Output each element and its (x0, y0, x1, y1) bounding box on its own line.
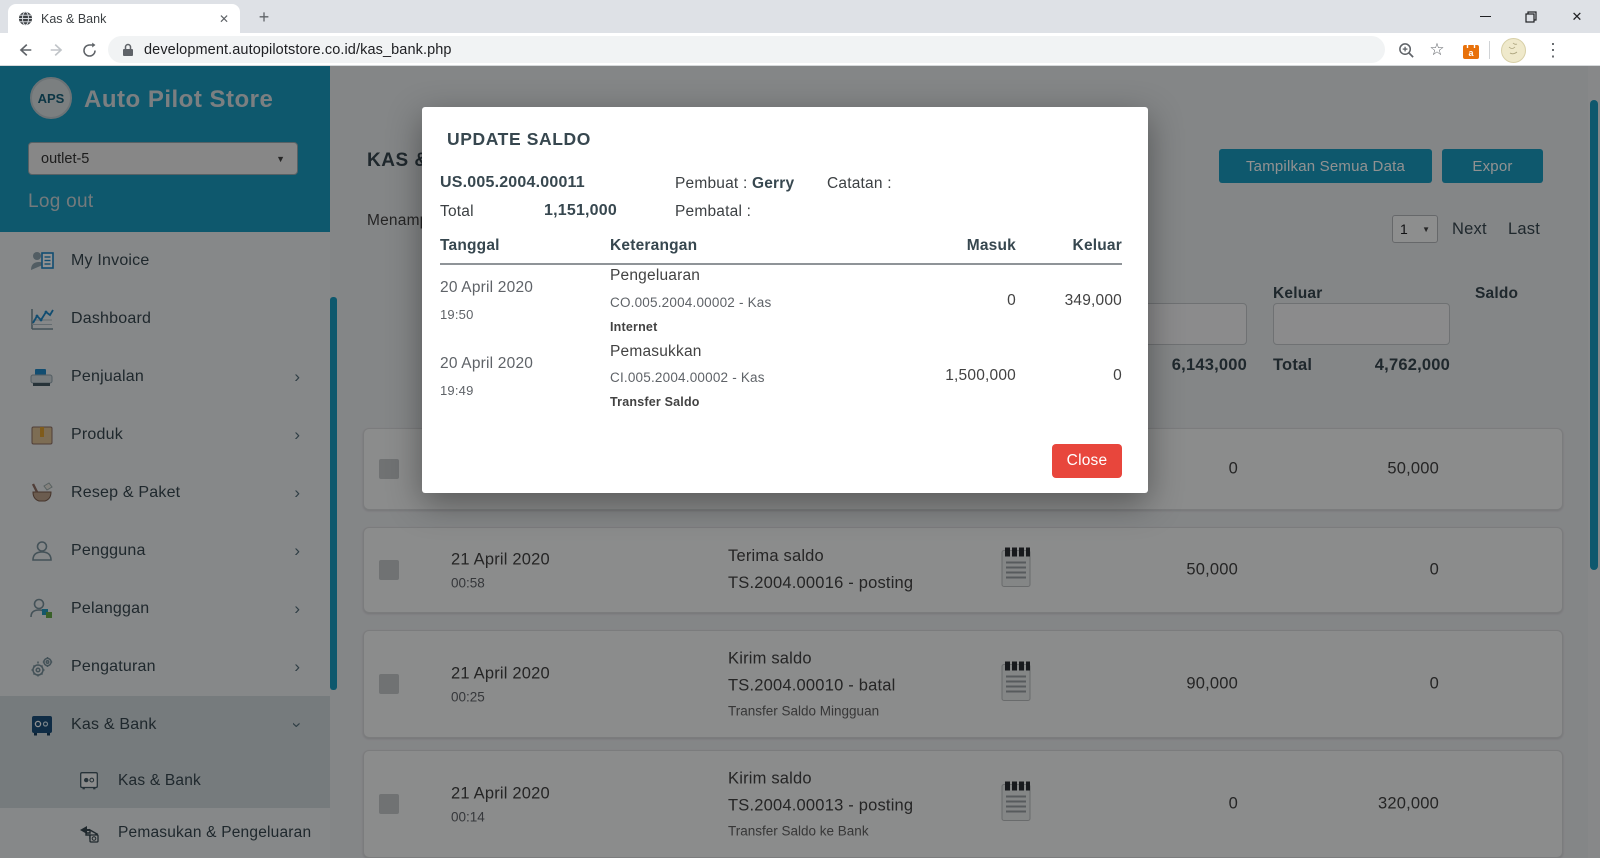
address-bar[interactable]: development.autopilotstore.co.id/kas_ban… (108, 36, 1385, 63)
bookmark-star-icon[interactable]: ☆ (1424, 37, 1450, 63)
modal-row-time: 19:50 (440, 307, 474, 322)
modal-title: UPDATE SALDO (447, 129, 591, 150)
modal-row-date: 20 April 2020 (440, 355, 533, 373)
browser-toolbar: development.autopilotstore.co.id/kas_ban… (0, 33, 1600, 66)
browser-tab[interactable]: Kas & Bank ✕ (8, 4, 240, 33)
tab-close-icon[interactable]: ✕ (216, 12, 232, 26)
modal-col-masuk: Masuk (902, 237, 1016, 255)
lock-icon (122, 43, 134, 57)
modal-row-date: 20 April 2020 (440, 279, 533, 297)
update-saldo-modal: UPDATE SALDO US.005.2004.00011 Pembuat :… (422, 107, 1148, 493)
pembuat-value: Gerry (752, 175, 794, 192)
pembuat-field: Pembuat : Gerry (675, 175, 794, 193)
browser-menu-kebab-icon[interactable]: ⋮ (1540, 37, 1566, 63)
modal-col-keluar: Keluar (1006, 237, 1122, 255)
toolbar-divider (1489, 41, 1490, 59)
modal-row-masuk: 0 (902, 292, 1016, 310)
zoom-icon[interactable] (1393, 37, 1419, 63)
modal-row-type: Pengeluaran (610, 267, 700, 285)
modal-total-value: 1,151,000 (544, 202, 617, 220)
close-button[interactable]: Close (1052, 444, 1122, 478)
screen: Kas & Bank ✕ + ✕ development.autopilotst… (0, 0, 1600, 858)
window-close-button[interactable]: ✕ (1554, 0, 1600, 33)
window-minimize-button[interactable] (1462, 0, 1508, 33)
modal-col-tanggal: Tanggal (440, 237, 500, 255)
modal-row-keluar: 349,000 (1008, 292, 1122, 310)
pembatal-field: Pembatal : (675, 203, 751, 221)
tab-title: Kas & Bank (41, 12, 208, 26)
modal-row-masuk: 1,500,000 (902, 367, 1016, 385)
new-tab-button[interactable]: + (250, 4, 278, 32)
page-viewport: APS Auto Pilot Store outlet-5 ▼ Log out … (0, 66, 1600, 858)
back-button[interactable] (12, 37, 38, 63)
window-controls: ✕ (1462, 0, 1600, 33)
profile-avatar[interactable] (1500, 37, 1526, 63)
browser-tab-strip: Kas & Bank ✕ + ✕ (0, 0, 1600, 33)
modal-row-ref: CI.005.2004.00002 - Kas (610, 370, 765, 385)
modal-col-keterangan: Keterangan (610, 237, 697, 255)
forward-button[interactable] (44, 37, 70, 63)
modal-row-category: Transfer Saldo (610, 395, 700, 409)
window-restore-button[interactable] (1508, 0, 1554, 33)
modal-row-keluar: 0 (1008, 367, 1122, 385)
modal-row-ref: CO.005.2004.00002 - Kas (610, 295, 771, 310)
modal-row-type: Pemasukkan (610, 343, 702, 361)
favicon-globe-icon (18, 11, 33, 26)
reload-button[interactable] (76, 37, 102, 63)
modal-code: US.005.2004.00011 (440, 174, 585, 192)
modal-total-label: Total (440, 203, 474, 221)
url-text: development.autopilotstore.co.id/kas_ban… (144, 42, 452, 58)
modal-row-time: 19:49 (440, 383, 474, 398)
modal-table-divider (440, 263, 1122, 265)
catatan-field: Catatan : (827, 175, 892, 193)
modal-row-category: Internet (610, 320, 657, 334)
extension-bag-icon[interactable]: a (1458, 37, 1484, 63)
